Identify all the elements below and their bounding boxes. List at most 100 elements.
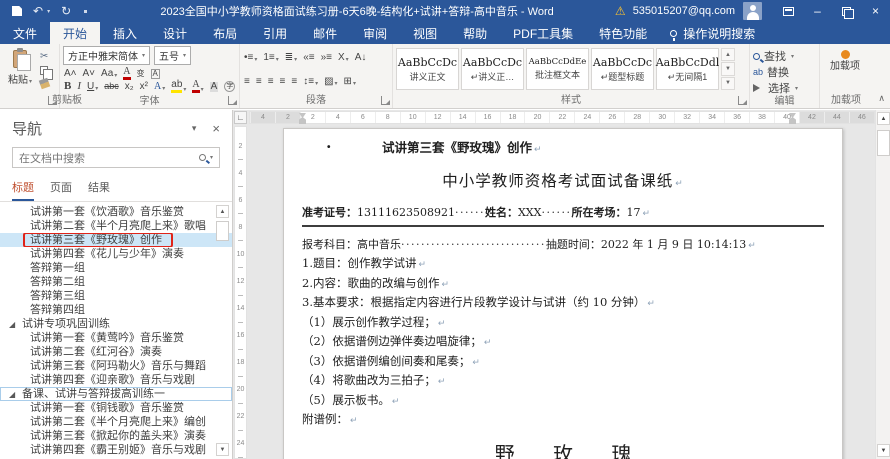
styles-scroll-up-icon[interactable]: ▲	[721, 48, 735, 61]
tab-layout[interactable]: 布局	[200, 22, 250, 44]
cut-icon[interactable]: ✂	[40, 52, 49, 62]
strikethrough-icon[interactable]: abc	[103, 81, 120, 92]
italic-icon[interactable]: I	[76, 80, 82, 93]
tab-view[interactable]: 视图	[400, 22, 450, 44]
increase-indent-icon[interactable]: »≡	[320, 52, 333, 64]
doc-body-line[interactable]: （5）展示板书。↵	[302, 391, 824, 411]
align-center-icon[interactable]: ≡	[255, 76, 263, 88]
tab-references[interactable]: 引用	[250, 22, 300, 44]
close-button[interactable]: ×	[861, 0, 890, 22]
tell-me-search[interactable]: 操作说明搜索	[660, 22, 765, 44]
tab-special-features[interactable]: 特色功能	[586, 22, 660, 44]
subscript-icon[interactable]: x₂	[124, 81, 135, 93]
nav-item-18[interactable]: 试讲第四套《霸王别姬》音乐与戏剧	[0, 443, 232, 457]
justify-icon[interactable]: ≡	[279, 76, 287, 88]
phonetic-guide-icon[interactable]: 变	[136, 69, 146, 79]
paste-button[interactable]: 粘贴▾	[3, 46, 37, 108]
tab-file[interactable]: 文件	[0, 22, 50, 44]
font-name-combo[interactable]: 方正中雅宋简体▾	[63, 46, 150, 65]
shading-icon[interactable]: ▨▾	[323, 76, 338, 88]
nav-item-15[interactable]: 试讲第一套《铜钱歌》音乐鉴赏	[0, 401, 232, 415]
nav-scroll-thumb[interactable]	[216, 221, 229, 241]
account-email[interactable]: 535015207@qq.com	[633, 5, 735, 17]
nav-options-chevron-icon[interactable]: ▾	[192, 123, 197, 134]
tab-selector-button[interactable]: ∟	[234, 111, 247, 124]
user-avatar[interactable]	[743, 2, 762, 20]
nav-item-7[interactable]: 答辩第三组	[0, 289, 232, 303]
doc-body-line[interactable]: （1）展示创作教学过程；↵	[302, 313, 824, 333]
nav-scroll-up-icon[interactable]: ▲	[216, 205, 229, 218]
nav-item-9[interactable]: ◢试讲专项巩固训练	[0, 317, 232, 331]
styles-scroll-down-icon[interactable]: ▼	[721, 62, 735, 75]
sort-icon[interactable]: A↓	[354, 52, 368, 64]
minimize-button[interactable]: –	[803, 0, 832, 22]
nav-item-2[interactable]: 试讲第二套《半个月亮爬上来》歌唱	[0, 219, 232, 233]
enclose-character-icon[interactable]: 字	[223, 80, 236, 93]
style-card-3[interactable]: AaBbCcDdEe批注框文本	[526, 48, 589, 90]
undo-caret-icon[interactable]: ▾	[47, 8, 50, 15]
doc-body-line[interactable]: （4）将歌曲改为三拍子；↵	[302, 371, 824, 391]
redo-icon[interactable]: ↻	[61, 5, 71, 17]
styles-more-icon[interactable]: ▼	[721, 77, 735, 90]
nav-close-icon[interactable]: ×	[212, 121, 220, 136]
nav-tab-页面[interactable]: 页面	[50, 179, 72, 201]
horizontal-ruler[interactable]: 4224681012141618202224262830323436384042…	[249, 111, 875, 124]
font-size-combo[interactable]: 五号▾	[154, 46, 191, 65]
tab-mailings[interactable]: 邮件	[300, 22, 350, 44]
restore-button[interactable]	[832, 0, 861, 22]
font-color-icon[interactable]: A▾	[191, 79, 204, 94]
numbered-list-icon[interactable]: 1≡▾	[262, 52, 279, 64]
style-card-1[interactable]: AaBbCcDc讲义正文	[396, 48, 459, 90]
tab-help[interactable]: 帮助	[450, 22, 500, 44]
nav-item-8[interactable]: 答辩第四组	[0, 303, 232, 317]
styles-dialog-launcher[interactable]	[738, 96, 747, 105]
nav-tab-结果[interactable]: 结果	[88, 179, 110, 201]
scroll-thumb[interactable]	[877, 130, 890, 156]
nav-item-10[interactable]: 试讲第一套《黄莺吟》音乐鉴赏	[0, 331, 232, 345]
distribute-icon[interactable]: ≡	[290, 76, 298, 88]
expand-triangle-icon[interactable]: ◢	[9, 318, 22, 331]
nav-item-16[interactable]: 试讲第二套《半个月亮爬上来》编创	[0, 415, 232, 429]
scroll-down-icon[interactable]: ▼	[877, 444, 890, 457]
borders-icon[interactable]: ⊞▾	[343, 76, 357, 88]
tab-pdf-tools[interactable]: PDF工具集	[500, 22, 586, 44]
nav-tab-标题[interactable]: 标题	[12, 179, 34, 201]
style-card-5[interactable]: AaBbCcDdl↵无间隔1	[656, 48, 719, 90]
nav-item-17[interactable]: 试讲第三套《掀起你的盖头来》演奏	[0, 429, 232, 443]
highlight-color-icon[interactable]: ab▾	[170, 79, 187, 94]
decrease-indent-icon[interactable]: «≡	[302, 52, 315, 64]
multilevel-list-icon[interactable]: ≣▾	[284, 52, 298, 64]
doc-heading[interactable]: •试讲第三套《野玫瑰》创作↵	[302, 137, 824, 161]
scroll-up-icon[interactable]: ▲	[877, 112, 890, 125]
superscript-icon[interactable]: x²	[139, 81, 149, 93]
clipboard-dialog-launcher[interactable]	[48, 96, 57, 105]
expand-triangle-icon[interactable]: ◢	[9, 388, 22, 401]
font-dialog-launcher[interactable]	[228, 96, 237, 105]
doc-title[interactable]: 中小学教师资格考试面试备课纸↵	[302, 169, 824, 191]
tab-design[interactable]: 设计	[150, 22, 200, 44]
doc-body-line[interactable]: 3.基本要求：根据指定内容进行片段教学设计与试讲（约 10 分钟）↵	[302, 293, 824, 313]
addins-button[interactable]: 加载项	[823, 46, 867, 73]
character-shading-icon[interactable]: A	[209, 81, 220, 93]
nav-item-13[interactable]: 试讲第四套《迎亲歌》音乐与戏剧	[0, 373, 232, 387]
ribbon-display-options-button[interactable]	[774, 0, 803, 22]
doc-body-line[interactable]: 2.内容：歌曲的改编与创作↵	[302, 274, 824, 294]
nav-item-4[interactable]: 试讲第四套《花儿与少年》演奏	[0, 247, 232, 261]
document-page[interactable]: •试讲第三套《野玫瑰》创作↵ 中小学教师资格考试面试备课纸↵ 准考证号：131116…	[283, 128, 843, 459]
nav-search-box[interactable]: 在文档中搜索 ▾	[12, 147, 220, 168]
replace-button[interactable]: ab替换	[753, 65, 816, 79]
nav-scroll-down-icon[interactable]: ▼	[216, 443, 229, 456]
style-card-2[interactable]: AaBbCcDc↵讲义正…	[461, 48, 524, 90]
customize-qat-icon[interactable]	[84, 10, 87, 13]
align-right-icon[interactable]: ≡	[267, 76, 275, 88]
copy-icon[interactable]	[40, 66, 48, 75]
nav-search-caret-icon[interactable]: ▾	[210, 154, 213, 161]
nav-item-11[interactable]: 试讲第二套《红河谷》演奏	[0, 345, 232, 359]
tab-home[interactable]: 开始	[50, 22, 100, 44]
align-left-icon[interactable]: ≡	[243, 76, 251, 88]
doc-body-line[interactable]: 附谱例：↵	[302, 410, 824, 430]
doc-meta-line[interactable]: 准考证号：13111623508921······姓名：XXX······所在考…	[302, 203, 824, 222]
underline-icon[interactable]: U▾	[86, 81, 99, 93]
nav-item-5[interactable]: 答辩第一组	[0, 261, 232, 275]
undo-icon[interactable]: ↶	[33, 5, 43, 17]
